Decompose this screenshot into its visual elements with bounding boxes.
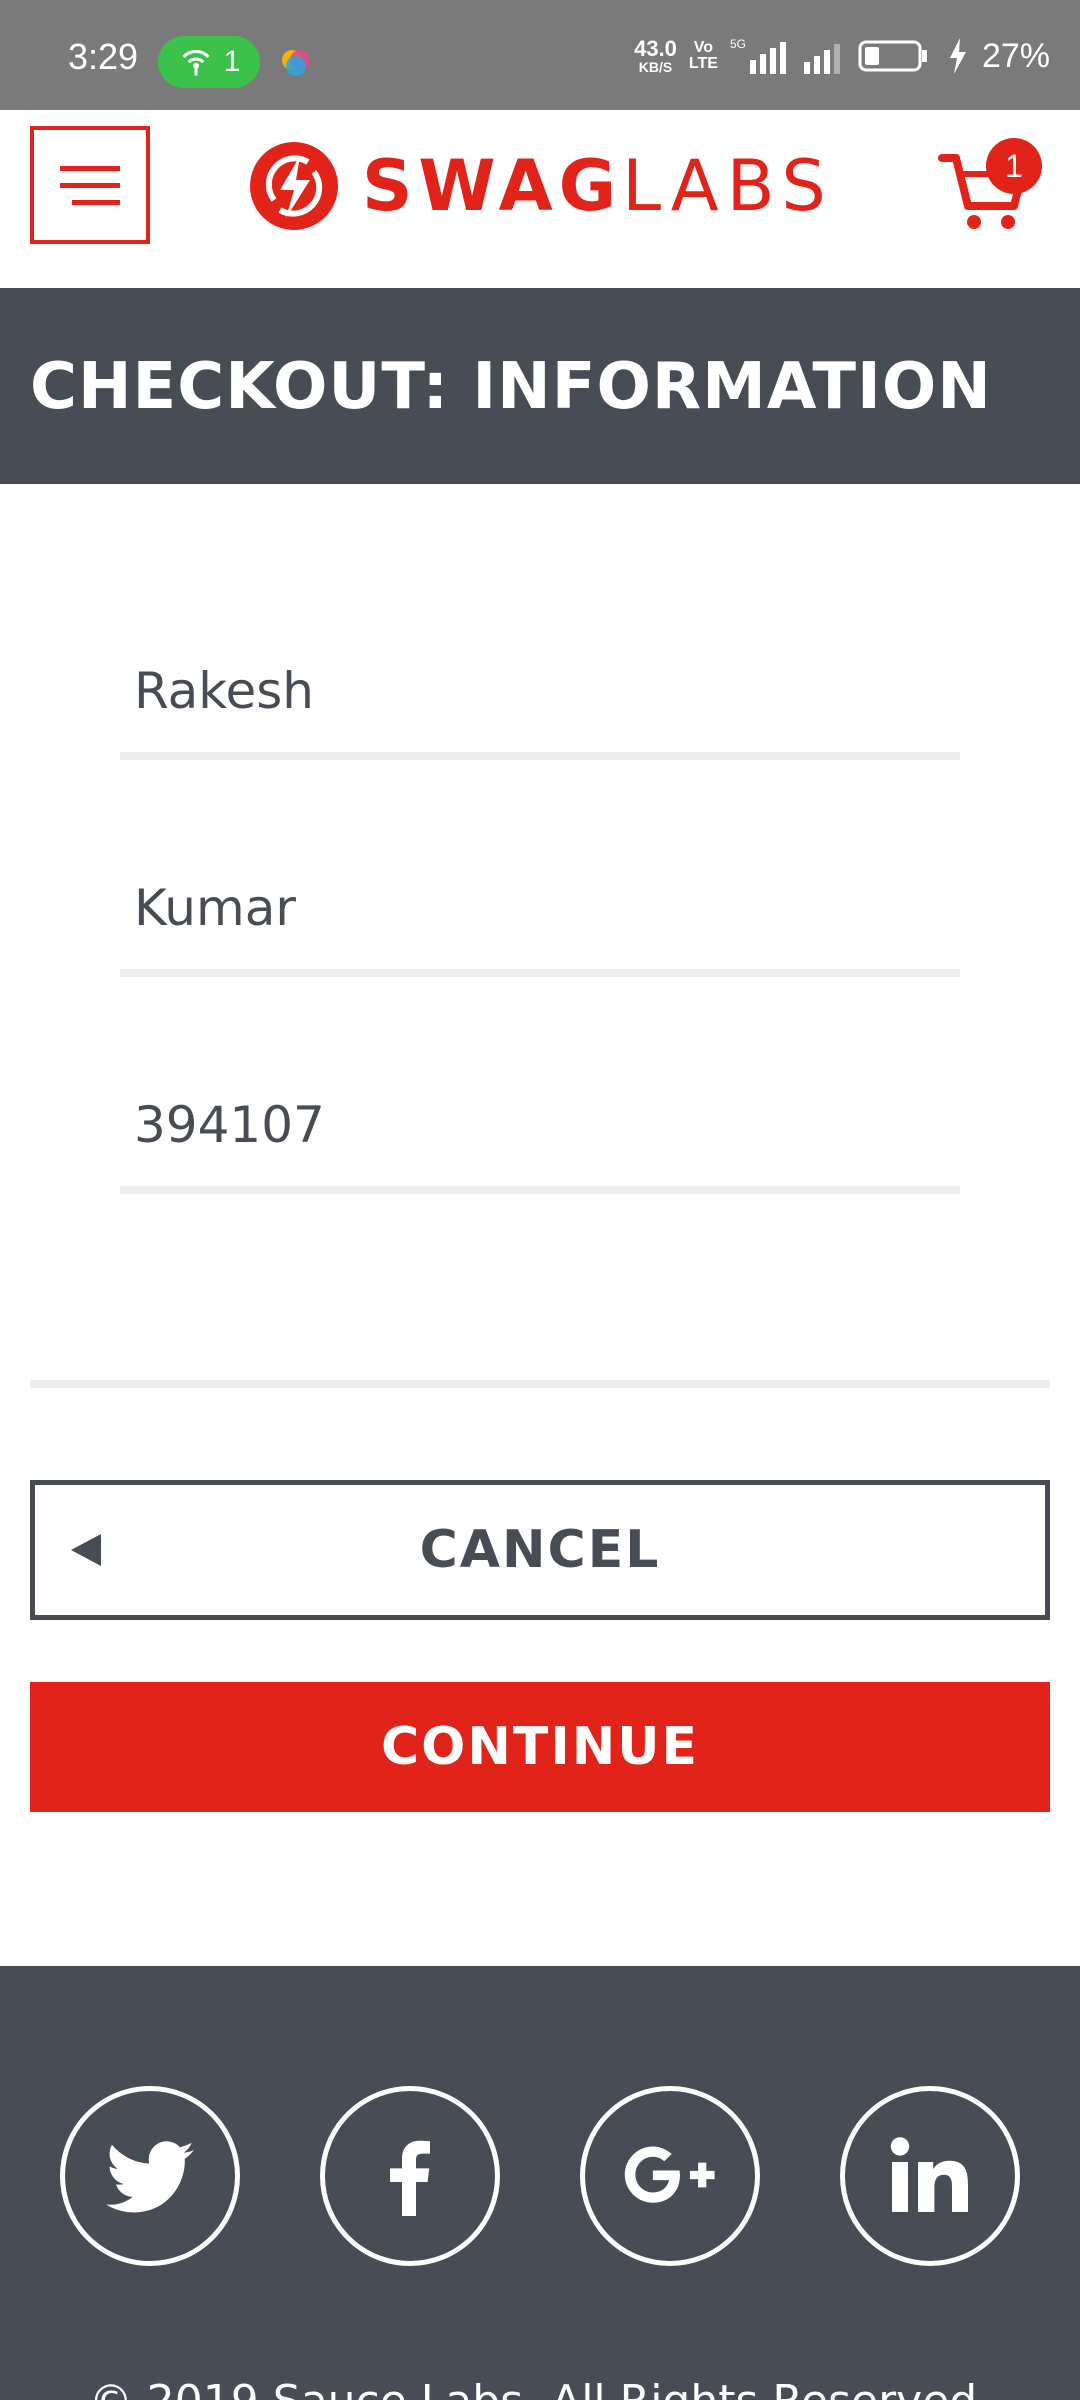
brand-name: SWAGLABS: [362, 145, 834, 227]
facebook-icon: [390, 2140, 430, 2216]
network-type: 5G: [730, 37, 746, 51]
linkedin-icon: [890, 2137, 968, 2212]
volte-top: Vo: [693, 39, 714, 56]
last-name-field-container: [120, 837, 960, 977]
first-name-field-container: [120, 620, 960, 760]
continue-label: CONTINUE: [381, 1717, 699, 1777]
copyright-text: © 2019 Sauce Labs. All Rights Reserved.: [0, 2376, 1080, 2400]
network-speed-value: 43.0: [634, 36, 677, 61]
shopping-cart-button[interactable]: 1: [938, 136, 1042, 236]
twitter-icon: [106, 2141, 194, 2213]
swag-labs-logo: SWAGLABS: [246, 138, 834, 234]
title-bar: CHECKOUT: INFORMATION: [0, 288, 1080, 484]
signal-icon: [803, 44, 840, 74]
menu-button[interactable]: [30, 126, 150, 244]
page-title: CHECKOUT: INFORMATION: [30, 350, 992, 424]
status-time: 3:29: [68, 36, 139, 77]
hotspot-count: 1: [223, 45, 241, 78]
menu-line: [60, 165, 120, 171]
hotspot-indicator: 1: [158, 36, 260, 88]
google-plus-link[interactable]: [580, 2086, 760, 2266]
volte-indicator: Vo LTE: [689, 40, 718, 72]
form-divider: [30, 1380, 1050, 1388]
app-header: SWAGLABS 1: [0, 110, 1080, 288]
continue-button[interactable]: CONTINUE: [30, 1682, 1050, 1812]
battery-percent: 27%: [981, 36, 1050, 75]
brand-bold: SWAG: [362, 145, 623, 227]
footer: © 2019 Sauce Labs. All Rights Reserved.: [0, 1966, 1080, 2400]
network-speed-unit: KB/S: [638, 59, 673, 75]
postal-code-input[interactable]: [120, 1080, 960, 1170]
google-plus-icon: [624, 2146, 715, 2203]
cart-badge: 1: [986, 138, 1042, 194]
signal-5g-icon: 5G: [730, 37, 786, 74]
menu-line: [72, 199, 120, 205]
battery-icon: [858, 40, 927, 72]
status-right: 43.0 KB/S Vo LTE 5G 27%: [634, 34, 1050, 78]
facebook-link[interactable]: [320, 2086, 500, 2266]
app-notification-icon: [282, 50, 310, 76]
linkedin-link[interactable]: [840, 2086, 1020, 2266]
status-bar: 3:29 1 43.0 KB/S Vo LTE 5G 27%: [0, 0, 1080, 110]
first-name-input[interactable]: [120, 646, 960, 736]
lightning-logo-icon: [250, 142, 338, 230]
cancel-label: CANCEL: [419, 1520, 661, 1580]
back-arrow-icon: [71, 1534, 101, 1566]
volte-bottom: LTE: [688, 55, 718, 72]
charging-icon: [949, 38, 966, 74]
network-speed: 43.0 KB/S: [634, 36, 677, 75]
menu-line: [60, 182, 120, 188]
hotspot-icon: [182, 50, 210, 76]
last-name-input[interactable]: [120, 863, 960, 953]
cancel-button[interactable]: CANCEL: [30, 1480, 1050, 1620]
twitter-link[interactable]: [60, 2086, 240, 2266]
brand-light: LABS: [622, 145, 834, 227]
postal-code-field-container: [120, 1054, 960, 1194]
